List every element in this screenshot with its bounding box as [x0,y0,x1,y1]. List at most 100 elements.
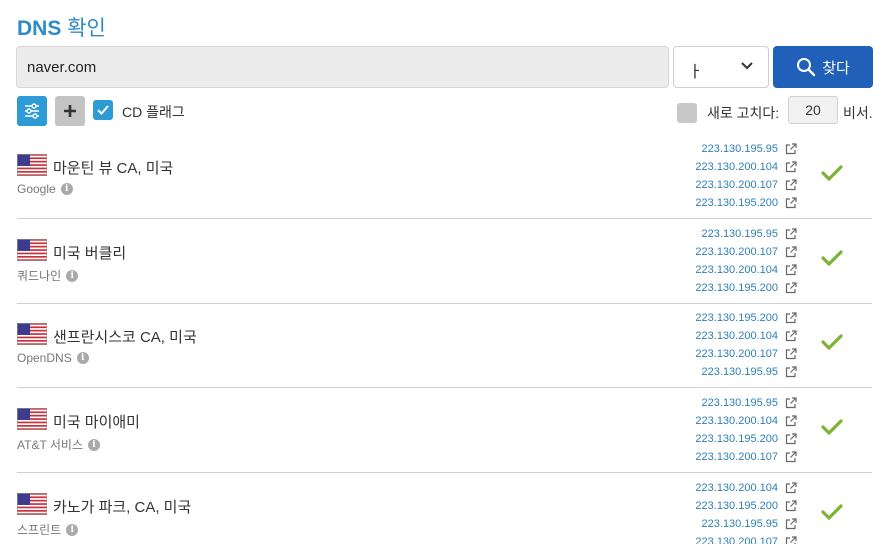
external-link-icon[interactable] [784,245,798,259]
page-title: DNS 확인 [17,12,106,42]
ip-entry: 223.130.195.200 [695,309,798,327]
us-flag-icon [17,154,47,176]
info-icon[interactable]: i [60,183,73,195]
ip-entry: 223.130.200.104 [695,261,798,279]
title-ko: 확인 [67,17,106,40]
ip-address[interactable]: 223.130.195.95 [702,228,778,240]
server-location: 마운틴 뷰 CA, 미국 [53,160,174,177]
ip-address[interactable]: 223.130.195.200 [695,282,778,294]
ip-address[interactable]: 223.130.195.95 [702,366,778,378]
external-link-icon[interactable] [784,481,798,495]
ip-entry: 223.130.200.107 [695,533,798,544]
ip-address[interactable]: 223.130.200.107 [695,536,778,544]
record-type-select[interactable]: ㅏ [673,46,769,88]
success-check-icon [821,164,843,182]
options-button[interactable] [17,96,47,126]
provider: AT&T 서비스 i [17,436,101,453]
result-row: 미국 마이애미 AT&T 서비스 i 223.130.195.95 223.13… [0,388,886,473]
provider-name: OpenDNS [17,351,72,365]
ip-list: 223.130.195.200 223.130.200.104 223.130.… [695,309,798,381]
ip-address[interactable]: 223.130.195.95 [702,518,778,530]
external-link-icon[interactable] [784,329,798,343]
provider-name: 쿼드나인 [17,269,62,283]
ip-address[interactable]: 223.130.195.200 [695,433,778,445]
external-link-icon[interactable] [784,281,798,295]
us-flag-icon [17,239,47,261]
ip-list: 223.130.195.95 223.130.200.107 223.130.2… [695,225,798,297]
ip-address[interactable]: 223.130.195.95 [702,397,778,409]
external-link-icon[interactable] [784,535,798,544]
ip-list: 223.130.200.104 223.130.195.200 223.130.… [695,479,798,544]
info-icon[interactable]: i [76,352,89,364]
external-link-icon[interactable] [784,414,798,428]
ip-entry: 223.130.200.104 [695,327,798,345]
server-location: 카노가 파크, CA, 미국 [53,499,192,516]
external-link-icon[interactable] [784,263,798,277]
search-icon [797,58,816,77]
external-link-icon[interactable] [784,196,798,210]
ip-address[interactable]: 223.130.195.200 [695,312,778,324]
ip-address[interactable]: 223.130.195.200 [695,500,778,512]
cd-flag-label: CD 플래그 [122,104,185,120]
us-flag-icon [17,493,47,515]
ip-entry: 223.130.195.95 [695,225,798,243]
success-check-icon [821,418,843,436]
external-link-icon[interactable] [784,450,798,464]
ip-address[interactable]: 223.130.195.95 [702,143,778,155]
external-link-icon[interactable] [784,396,798,410]
external-link-icon[interactable] [784,311,798,325]
provider-name: 스프린트 [17,523,62,537]
info-icon[interactable]: i [66,523,79,536]
ip-entry: 223.130.195.95 [695,140,798,158]
external-link-icon[interactable] [784,365,798,379]
ip-address[interactable]: 223.130.200.107 [695,348,778,360]
external-link-icon[interactable] [784,178,798,192]
ip-address[interactable]: 223.130.200.104 [695,161,778,173]
ip-address[interactable]: 223.130.200.107 [695,179,778,191]
refresh-checkbox[interactable] [677,103,697,123]
success-check-icon [821,503,843,521]
external-link-icon[interactable] [784,432,798,446]
ip-entry: 223.130.200.107 [695,176,798,194]
domain-search-input[interactable] [16,46,669,88]
cd-flag-checkbox[interactable] [93,100,113,120]
checkmark-icon [97,105,109,115]
result-row: 샌프란시스코 CA, 미국 OpenDNS i 223.130.195.200 … [0,303,886,388]
ip-list: 223.130.195.95 223.130.200.104 223.130.1… [695,394,798,466]
refresh-interval-input[interactable] [788,96,838,124]
provider-name: AT&T 서비스 [17,438,84,452]
us-flag-icon [17,323,47,345]
plus-icon [64,105,76,117]
external-link-icon[interactable] [784,517,798,531]
provider: OpenDNS i [17,351,89,365]
ip-entry: 223.130.195.95 [695,515,798,533]
info-icon[interactable]: i [66,269,79,282]
ip-entry: 223.130.200.107 [695,345,798,363]
external-link-icon[interactable] [784,160,798,174]
provider: Google i [17,182,73,196]
server-location: 샌프란시스코 CA, 미국 [53,329,197,346]
ip-address[interactable]: 223.130.200.104 [695,415,778,427]
external-link-icon[interactable] [784,227,798,241]
external-link-icon[interactable] [784,499,798,513]
external-link-icon[interactable] [784,347,798,361]
ip-address[interactable]: 223.130.200.104 [695,264,778,276]
ip-address[interactable]: 223.130.195.200 [695,197,778,209]
ip-entry: 223.130.195.200 [695,279,798,297]
server-location: 미국 마이애미 [53,414,140,431]
external-link-icon[interactable] [784,142,798,156]
refresh-unit: 비서. [843,105,873,121]
provider-name: Google [17,182,56,196]
ip-entry: 223.130.200.107 [695,243,798,261]
add-button[interactable] [55,96,85,126]
info-icon[interactable]: i [88,438,101,451]
ip-entry: 223.130.195.200 [695,194,798,212]
find-button[interactable]: 찾다 [773,46,873,88]
provider: 쿼드나인 i [17,267,79,284]
ip-address[interactable]: 223.130.200.107 [695,451,778,463]
ip-address[interactable]: 223.130.200.107 [695,246,778,258]
ip-address[interactable]: 223.130.200.104 [695,482,778,494]
us-flag-icon [17,408,47,430]
ip-address[interactable]: 223.130.200.104 [695,330,778,342]
ip-entry: 223.130.195.95 [695,394,798,412]
